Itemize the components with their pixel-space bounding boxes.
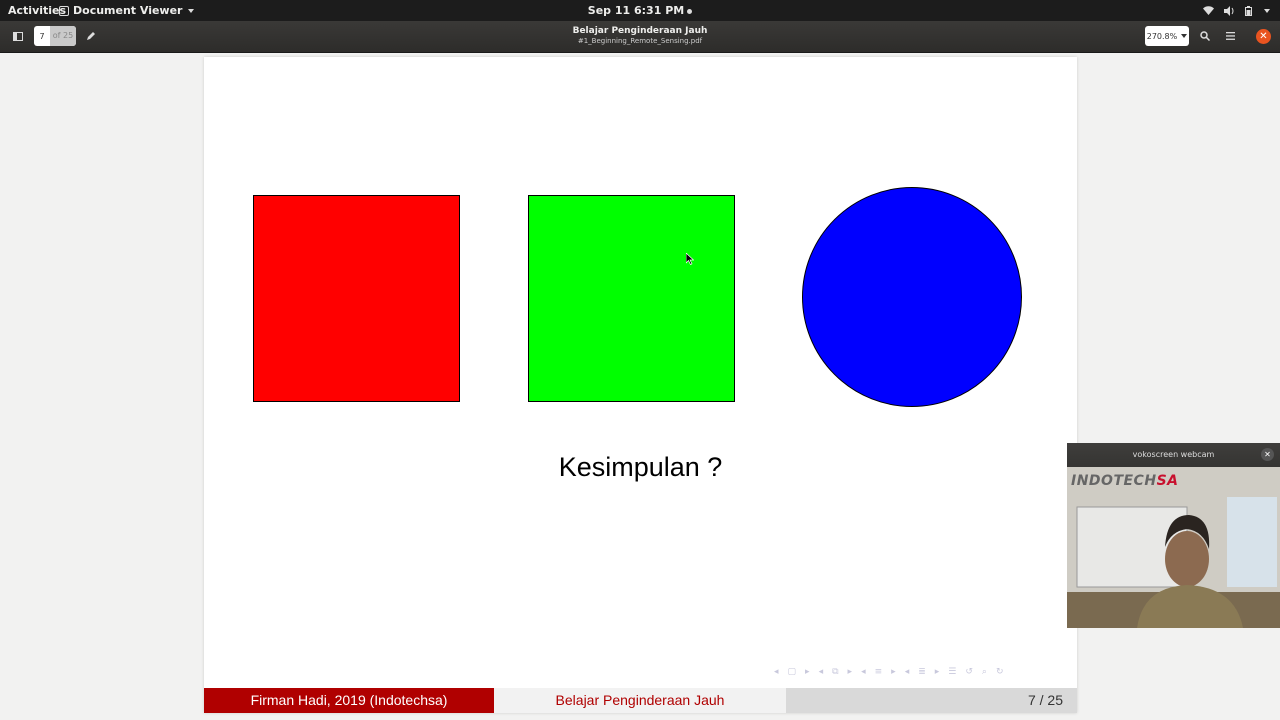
webcam-feed: INDOTECHSA [1067, 467, 1280, 628]
hamburger-icon [1225, 32, 1235, 40]
logo-main: INDOTECH [1071, 473, 1157, 489]
nav-left-icon[interactable]: ◂ [905, 667, 910, 677]
slide-footer: Firman Hadi, 2019 (Indotechsa) Belajar P… [204, 688, 1077, 713]
system-menu[interactable] [1203, 0, 1270, 21]
battery-icon [1245, 5, 1252, 16]
search-icon [1200, 31, 1210, 41]
document-page[interactable]: Kesimpulan ? ◂ ▢ ▸ ◂ ⧉ ▸ ◂ ≡ ▸ ◂ ≣ ▸ ☰ ↺… [204, 57, 1077, 713]
slide-text: Kesimpulan ? [558, 452, 723, 482]
menu-button[interactable] [1221, 26, 1239, 46]
nav-left-icon[interactable]: ◂ [861, 667, 866, 677]
footer-title: Belajar Penginderaan Jauh [494, 688, 786, 713]
header-bar: 7 of 25 Belajar Penginderaan Jauh #1_Beg… [0, 21, 1280, 53]
zoom-value: 270.8% [1146, 31, 1178, 41]
document-title: Belajar Penginderaan Jauh [572, 26, 708, 36]
window-title: Belajar Penginderaan Jauh #1_Beginning_R… [0, 26, 1280, 46]
nav-right-icon[interactable]: ▸ [935, 667, 940, 677]
nav-right-icon[interactable]: ▸ [891, 667, 896, 677]
webcam-logo: INDOTECHSA [1071, 473, 1178, 489]
footer-author: Firman Hadi, 2019 (Indotechsa) [204, 688, 494, 713]
nav-section-icon[interactable]: ≡ [875, 667, 883, 677]
notification-dot-icon [687, 8, 693, 14]
search-button[interactable] [1196, 26, 1214, 46]
nav-forward-icon[interactable]: ↻ [996, 667, 1004, 677]
logo-accent: SA [1156, 473, 1179, 489]
document-filename: #1_Beginning_Remote_Sensing.pdf [577, 37, 703, 45]
webcam-title: vokoscreen webcam [1132, 450, 1215, 459]
nav-document-icon[interactable]: ≣ [918, 667, 926, 677]
nav-frame-icon[interactable]: ▢ [788, 667, 797, 677]
nav-toc-icon[interactable]: ☰ [948, 667, 956, 677]
close-icon: ✕ [1264, 450, 1271, 459]
red-square [253, 195, 460, 402]
webcam-close-button[interactable]: ✕ [1261, 448, 1274, 461]
zoom-select[interactable]: 270.8% [1145, 26, 1189, 46]
chevron-down-icon [1264, 8, 1270, 13]
wifi-icon [1203, 6, 1214, 15]
green-square [528, 195, 735, 402]
close-window-button[interactable]: ✕ [1256, 29, 1271, 44]
nav-back-icon[interactable]: ↺ [965, 667, 973, 677]
webcam-scene [1067, 467, 1280, 628]
nav-left-icon[interactable]: ◂ [774, 667, 779, 677]
nav-right-icon[interactable]: ▸ [805, 667, 810, 677]
webcam-window[interactable]: vokoscreen webcam ✕ INDOTECHSA [1067, 443, 1280, 628]
top-bar: Activities Document Viewer Sep 11 6:31 P… [0, 0, 1280, 21]
footer-page-number: 7 / 25 [786, 688, 1077, 713]
volume-icon [1224, 5, 1234, 16]
nav-subsection-icon[interactable]: ⧉ [832, 667, 838, 677]
blue-circle [802, 187, 1022, 407]
nav-left-icon[interactable]: ◂ [819, 667, 824, 677]
beamer-navigation: ◂ ▢ ▸ ◂ ⧉ ▸ ◂ ≡ ▸ ◂ ≣ ▸ ☰ ↺ ⌕ ↻ [774, 667, 1004, 677]
clock-label: Sep 11 6:31 PM [587, 4, 685, 17]
close-icon: ✕ [1259, 31, 1268, 42]
nav-right-icon[interactable]: ▸ [848, 667, 853, 677]
mouse-cursor-icon [686, 253, 694, 265]
nav-search-icon[interactable]: ⌕ [982, 667, 987, 677]
clock[interactable]: Sep 11 6:31 PM [0, 0, 1280, 21]
chevron-down-icon [1181, 34, 1188, 38]
webcam-titlebar[interactable]: vokoscreen webcam ✕ [1067, 443, 1280, 467]
